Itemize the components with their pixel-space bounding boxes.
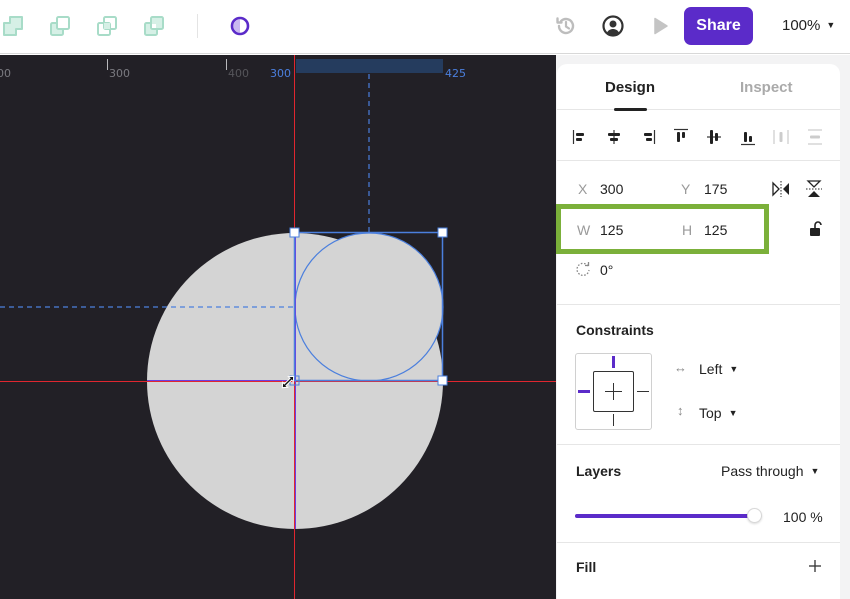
resize-handle-top-right[interactable] xyxy=(437,227,448,238)
tab-inspect[interactable]: Inspect xyxy=(740,79,793,96)
chevron-down-icon: ▼ xyxy=(826,20,836,30)
y-label: Y xyxy=(681,181,691,197)
horizontal-constraint-value: Left xyxy=(699,361,723,377)
section-divider xyxy=(557,542,840,543)
horizontal-constraint-dropdown[interactable]: Left ▼ xyxy=(699,361,738,377)
section-divider xyxy=(557,444,840,445)
play-icon[interactable] xyxy=(649,14,673,38)
opacity-number: 100 xyxy=(783,509,807,525)
panel-tabs: Design Inspect xyxy=(557,64,840,111)
canvas-drawing xyxy=(0,55,556,599)
align-center-vertical-icon[interactable] xyxy=(704,127,724,147)
opacity-slider-fill xyxy=(575,514,754,518)
add-fill-icon[interactable] xyxy=(808,559,822,573)
exclude-icon[interactable] xyxy=(142,14,166,38)
blend-mode-dropdown[interactable]: Pass through ▼ xyxy=(721,463,819,479)
distribute-horizontal-icon[interactable] xyxy=(771,127,791,147)
zoom-dropdown[interactable]: 100% ▼ xyxy=(782,17,835,34)
blend-mode-value: Pass through xyxy=(721,463,804,479)
resize-handle-top-left[interactable] xyxy=(289,227,300,238)
chevron-down-icon: ▼ xyxy=(729,364,739,374)
design-canvas[interactable]: 00 300 400 300 425 xyxy=(0,55,556,599)
chevron-down-icon: ▼ xyxy=(728,408,738,418)
vertical-constraint-dropdown[interactable]: Top ▼ xyxy=(699,405,738,421)
horizontal-arrows-icon: ↔ xyxy=(674,360,687,375)
union-icon[interactable] xyxy=(1,14,25,38)
alignment-toolbar xyxy=(557,111,840,161)
constraints-title: Constraints xyxy=(576,322,654,338)
align-bottom-icon[interactable] xyxy=(738,127,758,147)
vertical-arrows-icon: ↕ xyxy=(677,403,684,418)
history-icon[interactable] xyxy=(554,14,578,38)
opacity-value[interactable]: 100 % xyxy=(783,509,823,525)
dimensions-highlight xyxy=(556,204,769,254)
share-button[interactable]: Share xyxy=(684,7,753,45)
toolbar-divider xyxy=(197,14,198,38)
opacity-slider[interactable] xyxy=(575,508,762,523)
top-toolbar: Share 100% ▼ xyxy=(0,0,850,54)
constraint-top-active[interactable] xyxy=(612,356,615,368)
constraint-bottom[interactable] xyxy=(613,414,614,426)
tab-design[interactable]: Design xyxy=(605,79,655,96)
constraint-right[interactable] xyxy=(637,391,649,392)
align-center-horizontal-icon[interactable] xyxy=(604,127,624,147)
align-right-icon[interactable] xyxy=(637,127,657,147)
contrast-mask-icon[interactable] xyxy=(228,14,252,38)
unlock-icon[interactable] xyxy=(808,220,824,238)
opacity-unit: % xyxy=(810,509,823,525)
layers-title: Layers xyxy=(576,463,622,479)
distribute-vertical-icon[interactable] xyxy=(805,127,825,147)
fill-title: Fill xyxy=(576,559,597,575)
constraints-widget[interactable] xyxy=(575,353,652,430)
subtract-icon[interactable] xyxy=(48,14,72,38)
vertical-constraint-value: Top xyxy=(699,405,722,421)
opacity-slider-thumb[interactable] xyxy=(747,508,762,523)
align-left-icon[interactable] xyxy=(571,127,591,147)
constraint-left-active[interactable] xyxy=(578,390,590,393)
chevron-down-icon: ▼ xyxy=(810,466,820,476)
section-divider xyxy=(557,304,840,305)
small-ellipse-shape[interactable] xyxy=(294,232,444,382)
zoom-level: 100% xyxy=(782,17,821,34)
flip-vertical-icon[interactable] xyxy=(805,180,823,198)
flip-horizontal-icon[interactable] xyxy=(772,180,790,198)
x-input[interactable]: 300 xyxy=(600,181,623,197)
user-circle-icon[interactable] xyxy=(601,14,625,38)
design-panel: Design Inspect X 300 Y 175 W 125 H 125 0… xyxy=(557,64,840,599)
align-top-icon[interactable] xyxy=(671,127,691,147)
resize-handle-bottom-right[interactable] xyxy=(437,375,448,386)
intersect-icon[interactable] xyxy=(95,14,119,38)
rotation-icon xyxy=(576,262,590,276)
y-input[interactable]: 175 xyxy=(704,181,727,197)
x-label: X xyxy=(578,181,588,197)
rotation-input[interactable]: 0° xyxy=(600,262,613,278)
